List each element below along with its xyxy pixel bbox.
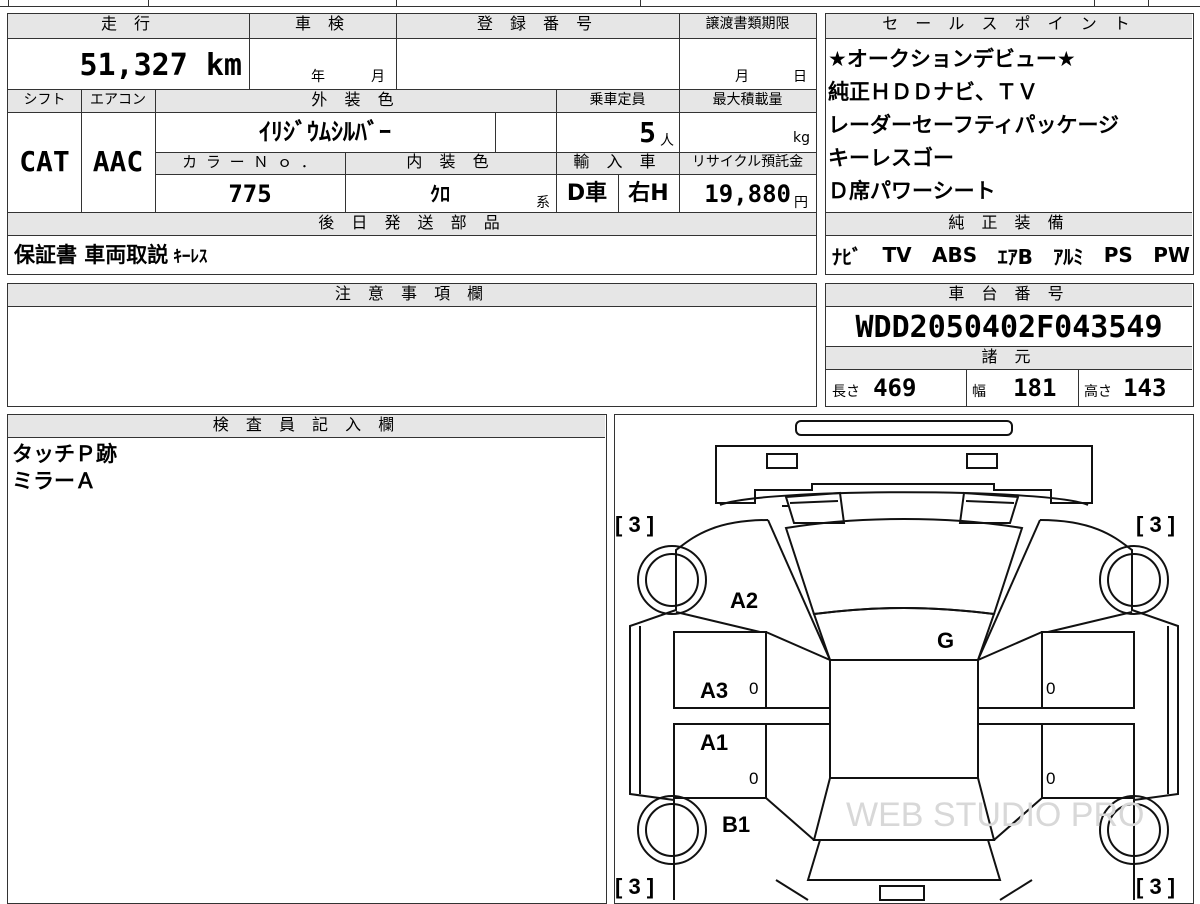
spec-width-value: 181 [1013,374,1057,402]
door-value-rear-left: 0 [749,769,758,788]
spec-width-label: 幅 [972,384,986,400]
shipping-parts-value: 保証書 車両取説 ｷｰﾚｽ [14,238,207,272]
notes-box: 注 意 事 項 欄 [7,283,817,407]
inspection-label: 車 検 [249,14,396,38]
equipment-item: PW [1153,243,1190,267]
mileage-value: 51,327 km [8,38,246,88]
inspector-box: 検 査 員 記 入 欄 タッチＰ跡 ミラーＡ [7,414,607,904]
interior-color-label: 内 装 色 [345,152,556,174]
capacity-value: 5 [639,116,656,149]
sales-point-item: キーレスゴー [828,146,954,170]
damage-mark-g: G [937,628,954,653]
equipment-item: ﾅﾋﾞ [832,244,862,269]
specs-label: 諸 元 [826,347,1192,369]
registration-label: 登 録 番 号 [396,14,679,38]
car-diagram: [ 3 ] [ 3 ] [ 3 ] [ 3 ] A2 G A3 A1 B1 0 … [615,419,1179,901]
damage-mark-b1: B1 [722,812,750,837]
shipping-parts-small: ｷｰﾚｽ [173,247,208,267]
interior-color-value: ｸﾛ [430,182,450,206]
handle-value: 右H [628,181,669,206]
mileage-label: 走 行 [8,14,249,38]
shift-value: CAT [19,145,70,178]
shift-label: シフト [8,90,81,112]
car-diagram-frame: [ 3 ] [ 3 ] [ 3 ] [ 3 ] A2 G A3 A1 B1 0 … [614,414,1194,904]
mileage-number: 51,327 [79,48,188,83]
max-load-label: 最大積載量 [679,90,816,112]
mileage-unit: km [205,48,242,83]
door-value-front-left: 0 [749,679,758,698]
equipment-label: 純 正 装 備 [826,213,1192,235]
shipping-parts-main: 保証書 車両取説 [14,243,169,267]
color-no-label: カ ラ ー Ｎ ｏ ． [155,152,345,174]
chassis-number: WDD2050402F043549 [855,310,1163,345]
notes-label: 注 意 事 項 欄 [8,284,816,306]
recycle-label: リサイクル預託金 [679,152,816,174]
equipment-list: ﾅﾋﾞ TV ABS ｴｱB ｱﾙﾐ PS PW [832,238,1190,272]
damage-mark-a2: A2 [730,588,758,613]
chassis-box: 車 台 番 号 WDD2050402F043549 諸 元 長さ 469 幅 1… [825,283,1194,407]
damage-mark-a3: A3 [700,678,728,703]
interior-color-suffix: 系 [536,195,550,211]
inspection-month-unit: 月 [371,69,385,85]
equipment-item: PS [1103,243,1133,267]
transfer-deadline-label: 譲渡書類期限 [679,14,816,38]
exterior-color-label: 外 装 色 [155,90,556,112]
sales-points-box: セ ー ル ス ポ イ ン ト ★オークションデビュー★ 純正ＨＤＤナビ、ＴＶ … [825,13,1194,275]
max-load-unit: kg [793,130,810,146]
vehicle-info-table: 走 行 車 検 登 録 番 号 譲渡書類期限 51,327 km 年 月 月 日… [7,13,817,275]
import-type-value: D車 [566,181,608,206]
equipment-item: ｴｱB [997,244,1033,269]
transfer-month-unit: 月 [735,69,749,85]
transfer-day-unit: 日 [793,69,807,85]
inspector-notes: タッチＰ跡 ミラーＡ [12,441,117,495]
chassis-label: 車 台 番 号 [826,284,1192,306]
sales-point-item: レーダーセーフティパッケージ [828,113,1120,137]
aircon-value: AAC [92,145,144,178]
tire-label-front-right: [ 3 ] [1136,512,1175,537]
tire-label-rear-right: [ 3 ] [1136,874,1175,899]
sales-point-item: Ｄ席パワーシート [828,179,996,203]
watermark: WEB STUDIO PRO [846,796,1144,834]
inspector-note-line: ミラーＡ [12,469,96,493]
recycle-value: 19,880 [704,180,791,208]
recycle-unit: 円 [794,195,808,211]
capacity-unit: 人 [660,133,674,149]
damage-mark-a1: A1 [700,730,728,755]
spec-length-label: 長さ [832,384,860,400]
spec-length-value: 469 [873,374,917,402]
spec-length: 長さ 469 [832,370,962,406]
sales-point-item: 純正ＨＤＤナビ、ＴＶ [828,80,1038,104]
top-strip [0,0,1200,8]
sales-point-item: ★オークションデビュー★ [828,47,1076,71]
capacity-label: 乗車定員 [556,90,679,112]
equipment-item: ABS [932,243,978,267]
spec-height-label: 高さ [1084,384,1112,400]
inspector-label: 検 査 員 記 入 欄 [8,415,605,437]
tire-label-rear-left: [ 3 ] [615,874,654,899]
color-no-value: 775 [228,180,272,208]
equipment-item: TV [882,243,912,267]
shipping-parts-label: 後 日 発 送 部 品 [8,213,816,235]
spec-height: 高さ 143 [1084,370,1190,406]
inspection-year-unit: 年 [311,69,325,85]
equipment-item: ｱﾙﾐ [1053,244,1084,269]
exterior-color-value: ｲﾘｼﾞｳﾑｼﾙﾊﾞｰ [259,118,391,146]
tire-label-front-left: [ 3 ] [615,512,654,537]
sales-points-list: ★オークションデビュー★ 純正ＨＤＤナビ、ＴＶ レーダーセーフティパッケージ キ… [828,43,1190,208]
spec-width: 幅 181 [972,370,1076,406]
import-label: 輸 入 車 [556,152,679,174]
door-value-front-right: 0 [1046,679,1055,698]
sales-points-label: セ ー ル ス ポ イ ン ト [826,14,1192,38]
door-value-rear-right: 0 [1046,769,1055,788]
spec-height-value: 143 [1123,374,1167,402]
aircon-label: エアコン [81,90,155,112]
inspector-note-line: タッチＰ跡 [12,442,117,466]
